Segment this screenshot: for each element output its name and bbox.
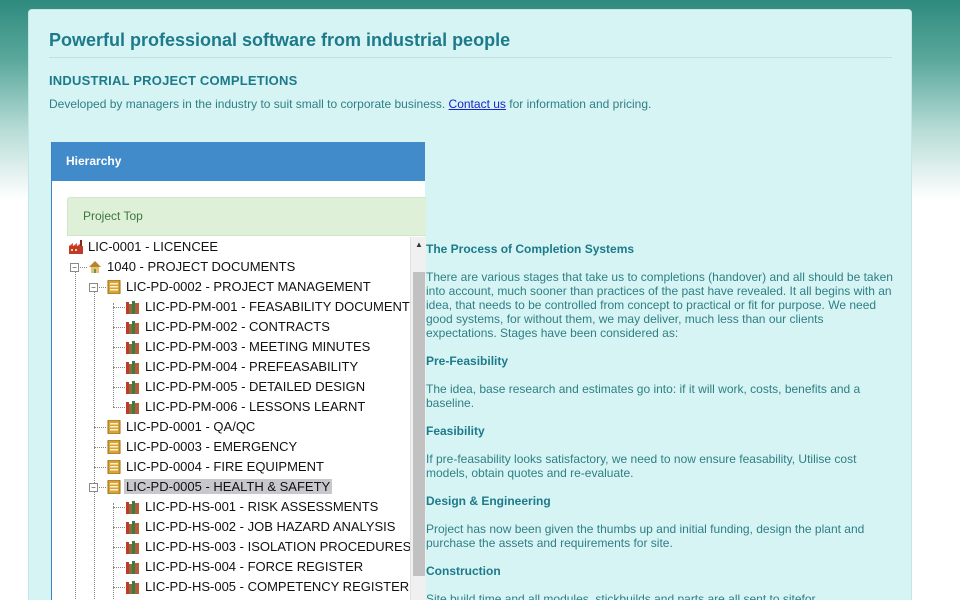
tree-row-label: LIC-PD-PM-005 - DETAILED DESIGN xyxy=(145,379,366,394)
books-icon xyxy=(126,500,140,514)
tree-row[interactable]: − LIC-PD-0002 - PROJECT MANAGEMENT xyxy=(67,277,371,297)
books-icon xyxy=(126,340,140,354)
section-title: Feasibility xyxy=(426,424,485,438)
tree-connector xyxy=(113,567,125,568)
scroll-up-arrow-icon[interactable]: ▲ xyxy=(411,237,426,253)
intro-text-after: for information and pricing. xyxy=(505,97,652,111)
intro-text-before: Developed by managers in the industry to… xyxy=(49,97,449,111)
tree-row-label: LIC-PD-0005 - HEALTH & SAFETY xyxy=(124,479,333,494)
house-icon xyxy=(88,260,102,274)
folder-stack-icon xyxy=(107,419,121,435)
tree-row[interactable]: − LIC-PD-0005 - HEALTH & SAFETY xyxy=(67,477,333,497)
folder-stack-icon xyxy=(107,439,121,455)
tree-row[interactable]: LIC-PD-0003 - EMERGENCY xyxy=(67,437,297,457)
tree-row-label: LIC-PD-HS-001 - RISK ASSESSMENTS xyxy=(145,499,379,514)
tree-row[interactable]: LIC-0001 - LICENCEE xyxy=(67,237,218,257)
contact-us-link[interactable]: Contact us xyxy=(449,97,506,111)
tree-row-label: LIC-PD-PM-006 - LESSONS LEARNT xyxy=(145,399,366,414)
tree-row-label: LIC-PD-0003 - EMERGENCY xyxy=(126,439,298,454)
tree-row-label: LIC-PD-HS-003 - ISOLATION PROCEDURES xyxy=(145,539,412,554)
section-title: Pre-Feasibility xyxy=(426,354,509,368)
books-icon xyxy=(126,400,140,414)
tree-row-label: 1040 - PROJECT DOCUMENTS xyxy=(107,259,296,274)
section-text: Site build time and all modules, stickbu… xyxy=(426,592,816,600)
intro-text: Developed by managers in the industry to… xyxy=(49,97,651,111)
page-title: Powerful professional software from indu… xyxy=(49,30,511,50)
tree-connector xyxy=(94,467,106,468)
title-divider xyxy=(49,57,892,58)
tree-row-label: LIC-0001 - LICENCEE xyxy=(88,239,219,254)
tree-row[interactable]: LIC-PD-PM-006 - LESSONS LEARNT xyxy=(67,397,365,417)
tree-row[interactable]: LIC-PD-HS-004 - FORCE REGISTER xyxy=(67,557,363,577)
tree-connector xyxy=(113,347,125,348)
tree-row[interactable]: LIC-PD-0004 - FIRE EQUIPMENT xyxy=(67,457,324,477)
books-icon xyxy=(126,560,140,574)
tree-connector xyxy=(113,307,125,308)
tree-row-label: LIC-PD-HS-002 - JOB HAZARD ANALYSIS xyxy=(145,519,396,534)
tree-row[interactable]: − 1040 - PROJECT DOCUMENTS xyxy=(67,257,295,277)
section-text: Project has now been given the thumbs up… xyxy=(426,522,865,550)
tree-row-label: LIC-PD-PM-001 - FEASABILITY DOCUMENT xyxy=(145,299,410,314)
scroll-thumb[interactable] xyxy=(413,271,425,576)
section-subtitle: INDUSTRIAL PROJECT COMPLETIONS xyxy=(49,73,298,88)
section-text: If pre-feasability looks satisfactory, w… xyxy=(426,452,857,480)
tree-row[interactable]: LIC-PD-HS-002 - JOB HAZARD ANALYSIS xyxy=(67,517,395,537)
tree-row[interactable]: LIC-PD-PM-005 - DETAILED DESIGN xyxy=(67,377,365,397)
books-icon xyxy=(126,540,140,554)
hierarchy-header: Hierarchy xyxy=(52,142,425,181)
section-text: The idea, base research and estimates go… xyxy=(426,382,861,410)
folder-stack-icon xyxy=(107,479,121,495)
books-icon xyxy=(126,520,140,534)
factory-icon xyxy=(69,240,83,254)
hierarchy-tree: LIC-PD-HS-005 - COMPETENCY REGISTER LIC-P… xyxy=(67,237,426,600)
tree-row[interactable]: LIC-PD-0001 - QA/QC xyxy=(67,417,255,437)
tree-row[interactable]: LIC-PD-PM-004 - PREFEASABILITY xyxy=(67,357,358,377)
tree-row-label: LIC-PD-HS-005 - COMPETENCY REGISTER xyxy=(145,579,410,594)
main-card: Powerful professional software from indu… xyxy=(28,9,912,600)
hierarchy-panel: Hierarchy Project Top LIC-PD-HS-005 - CO… xyxy=(51,142,426,600)
section-title: Design & Engineering xyxy=(426,494,551,508)
section-title: Construction xyxy=(426,564,501,578)
tree-row[interactable]: LIC-PD-HS-003 - ISOLATION PROCEDURES xyxy=(67,537,411,557)
tree-connector xyxy=(113,507,125,508)
folder-stack-icon xyxy=(107,459,121,475)
collapse-toggle-icon[interactable]: − xyxy=(70,263,79,272)
content-intro: There are various stages that take us to… xyxy=(426,270,893,340)
tree-row-label: LIC-PD-0004 - FIRE EQUIPMENT xyxy=(126,459,324,474)
tree-row[interactable]: LIC-PD-PM-003 - MEETING MINUTES xyxy=(67,337,370,357)
tree-row[interactable]: LIC-PD-HS-005 - COMPETENCY REGISTER xyxy=(67,577,409,597)
tree-connector xyxy=(113,527,125,528)
tree-row-label: LIC-PD-0002 - PROJECT MANAGEMENT xyxy=(126,279,371,294)
tree-row[interactable]: LIC-PD-PM-002 - CONTRACTS xyxy=(67,317,330,337)
tree-connector xyxy=(94,447,106,448)
folder-stack-icon xyxy=(107,279,121,295)
books-icon xyxy=(126,360,140,374)
collapse-toggle-icon[interactable]: − xyxy=(89,283,98,292)
tree-scrollbar[interactable]: ▲ xyxy=(410,237,426,600)
project-top-header[interactable]: Project Top xyxy=(67,197,426,236)
books-icon xyxy=(126,380,140,394)
tree-row-label: LIC-PD-PM-002 - CONTRACTS xyxy=(145,319,330,334)
books-icon xyxy=(126,300,140,314)
books-icon xyxy=(126,580,140,594)
tree-connector xyxy=(113,407,125,408)
tree-row-label: LIC-PD-0001 - QA/QC xyxy=(126,419,256,434)
tree-connector xyxy=(113,587,125,588)
tree-connector xyxy=(94,427,106,428)
tree-connector xyxy=(113,367,125,368)
tree-row[interactable]: LIC-PD-PM-001 - FEASABILITY DOCUMENT xyxy=(67,297,410,317)
tree-connector xyxy=(113,547,125,548)
tree-row-label: LIC-PD-PM-003 - MEETING MINUTES xyxy=(145,339,371,354)
tree-connector xyxy=(113,387,125,388)
tree-connector xyxy=(113,327,125,328)
collapse-toggle-icon[interactable]: − xyxy=(89,483,98,492)
books-icon xyxy=(126,320,140,334)
tree-row-label: LIC-PD-PM-004 - PREFEASABILITY xyxy=(145,359,359,374)
tree-row-label: LIC-PD-HS-004 - FORCE REGISTER xyxy=(145,559,364,574)
content-heading: The Process of Completion Systems xyxy=(426,242,635,256)
tree-row[interactable]: LIC-PD-HS-001 - RISK ASSESSMENTS xyxy=(67,497,378,517)
content-area: The Process of Completion Systems There … xyxy=(426,242,896,600)
